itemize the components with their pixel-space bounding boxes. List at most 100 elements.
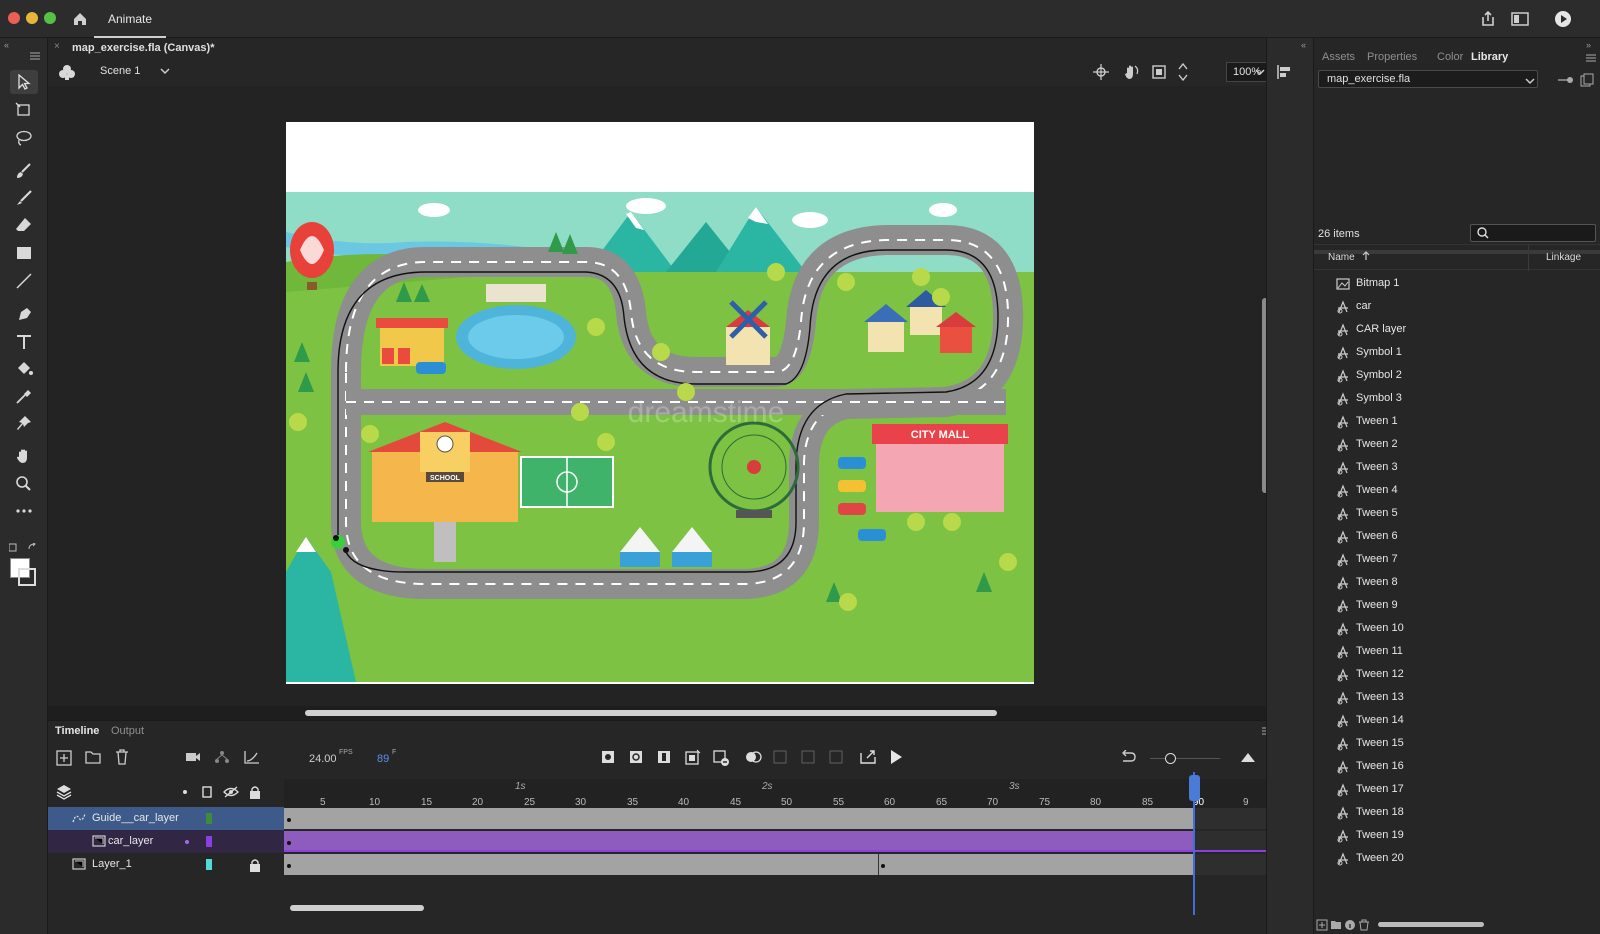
tab-output[interactable]: Output: [111, 725, 144, 737]
zoom-stepper-icon[interactable]: [1178, 61, 1188, 83]
column-linkage[interactable]: Linkage: [1546, 252, 1581, 263]
share-icon[interactable]: [1479, 10, 1497, 28]
layer-row-guide[interactable]: Guide__car_layer: [48, 807, 284, 830]
stage-horizontal-scrollbar[interactable]: [305, 710, 997, 716]
playhead-handle[interactable]: [1189, 775, 1200, 801]
keyframe-marker[interactable]: [287, 841, 291, 845]
lock-toggle-icon[interactable]: [249, 785, 261, 799]
library-item[interactable]: Symbol 2: [1314, 364, 1600, 387]
layer-locked-icon[interactable]: [249, 858, 261, 872]
collapse-arrows-icon[interactable]: «: [4, 40, 9, 50]
frames-car[interactable]: [284, 830, 1266, 853]
undo-icon[interactable]: [1120, 750, 1136, 764]
minimize-window-button[interactable]: [26, 12, 38, 24]
library-document-select[interactable]: map_exercise.fla: [1318, 70, 1538, 88]
library-item[interactable]: Tween 5: [1314, 502, 1600, 525]
outline-toggle-icon[interactable]: [202, 786, 212, 798]
rectangle-tool-icon[interactable]: [10, 241, 38, 265]
library-item[interactable]: Tween 6: [1314, 525, 1600, 548]
scene-name[interactable]: Scene 1: [100, 65, 140, 77]
delete-layer-icon[interactable]: [115, 749, 129, 765]
library-item[interactable]: CAR layer: [1314, 318, 1600, 341]
zoom-tool-icon[interactable]: [10, 471, 38, 495]
frame-size-slider-track[interactable]: [1150, 758, 1220, 759]
layer-name[interactable]: car_layer: [108, 835, 153, 847]
paint-bucket-tool-icon[interactable]: [10, 357, 38, 381]
frame-size-slider-thumb[interactable]: [1165, 753, 1176, 764]
library-item[interactable]: car: [1314, 295, 1600, 318]
camera-icon[interactable]: [185, 751, 201, 763]
library-item[interactable]: Tween 9: [1314, 594, 1600, 617]
properties-icon[interactable]: [1344, 919, 1356, 931]
layer-name[interactable]: Layer_1: [92, 858, 132, 870]
pin-tool-icon[interactable]: [10, 411, 38, 435]
play-icon[interactable]: [889, 749, 903, 765]
library-item[interactable]: Tween 17: [1314, 778, 1600, 801]
delete-library-item-icon[interactable]: [1358, 919, 1370, 931]
graph-editor-icon[interactable]: [244, 750, 260, 764]
maximize-window-button[interactable]: [44, 12, 56, 24]
layers-stack-icon[interactable]: [56, 784, 72, 800]
auto-keyframe-icon[interactable]: [685, 749, 701, 765]
library-item[interactable]: Tween 13: [1314, 686, 1600, 709]
new-layer-icon[interactable]: [56, 750, 72, 766]
library-item[interactable]: Tween 2: [1314, 433, 1600, 456]
library-item[interactable]: Tween 18: [1314, 801, 1600, 824]
text-tool-icon[interactable]: [10, 330, 38, 354]
eyedropper-tool-icon[interactable]: [10, 384, 38, 408]
onion-skin-outlines-icon[interactable]: [773, 750, 787, 764]
library-item[interactable]: Tween 19: [1314, 824, 1600, 847]
stroke-color-swatch[interactable]: [18, 568, 36, 586]
layer-color-swatch[interactable]: [206, 859, 212, 870]
new-library-panel-icon[interactable]: [1580, 73, 1594, 87]
collapse-panel-icon[interactable]: »: [1586, 40, 1591, 50]
new-folder-icon[interactable]: [85, 750, 101, 764]
tab-properties[interactable]: Properties: [1367, 51, 1417, 63]
frames-layer1[interactable]: [284, 853, 1266, 876]
column-name[interactable]: Name: [1328, 252, 1355, 263]
library-item[interactable]: Tween 16: [1314, 755, 1600, 778]
insert-keyframe-icon[interactable]: [601, 750, 615, 764]
insert-blank-keyframe-icon[interactable]: [629, 750, 643, 764]
app-tab[interactable]: Animate: [94, 0, 167, 38]
library-search-input[interactable]: [1470, 224, 1596, 242]
snap-icon[interactable]: [1093, 64, 1109, 80]
align-panel-icon[interactable]: [1277, 64, 1293, 80]
layer-color-swatch[interactable]: [206, 836, 212, 847]
workspace-icon[interactable]: [1511, 11, 1529, 27]
tab-assets[interactable]: Assets: [1322, 51, 1355, 63]
library-item[interactable]: Tween 11: [1314, 640, 1600, 663]
line-tool-icon[interactable]: [10, 269, 38, 293]
tab-library[interactable]: Library: [1471, 51, 1508, 63]
keyframe-marker[interactable]: [287, 864, 291, 868]
close-window-button[interactable]: [8, 12, 20, 24]
library-item[interactable]: Tween 12: [1314, 663, 1600, 686]
library-item[interactable]: Tween 20: [1314, 847, 1600, 870]
eraser-tool-icon[interactable]: [10, 213, 38, 237]
library-horizontal-scrollbar[interactable]: [1378, 922, 1484, 927]
library-menu-icon[interactable]: [1586, 54, 1596, 62]
edit-multiple-frames-icon[interactable]: [801, 750, 815, 764]
scene-dropdown-chevron-icon[interactable]: [160, 67, 170, 75]
modify-markers-icon[interactable]: [829, 750, 843, 764]
keyframe-marker[interactable]: [287, 818, 291, 822]
more-tools-icon[interactable]: [10, 499, 38, 523]
stage[interactable]: SCHOOL CITY MALL dreamstime: [286, 122, 1034, 684]
layer-parenting-icon[interactable]: [214, 750, 230, 764]
timeline-horizontal-scrollbar[interactable]: [290, 905, 424, 911]
home-icon[interactable]: [72, 11, 88, 27]
library-item[interactable]: Tween 4: [1314, 479, 1600, 502]
library-item[interactable]: Tween 7: [1314, 548, 1600, 571]
panel-menu-icon[interactable]: [30, 52, 40, 60]
library-item[interactable]: Bitmap 1: [1314, 272, 1600, 295]
free-transform-tool-icon[interactable]: [10, 98, 38, 122]
library-item[interactable]: Symbol 3: [1314, 387, 1600, 410]
library-item[interactable]: Tween 14: [1314, 709, 1600, 732]
layer-row-layer1[interactable]: Layer_1: [48, 853, 284, 876]
keyframe-marker[interactable]: [881, 864, 885, 868]
library-item[interactable]: Symbol 1: [1314, 341, 1600, 364]
insert-frame-icon[interactable]: [657, 750, 671, 764]
current-frame-value[interactable]: 89: [377, 753, 389, 765]
library-item[interactable]: Tween 8: [1314, 571, 1600, 594]
pin-library-icon[interactable]: [1558, 75, 1574, 85]
